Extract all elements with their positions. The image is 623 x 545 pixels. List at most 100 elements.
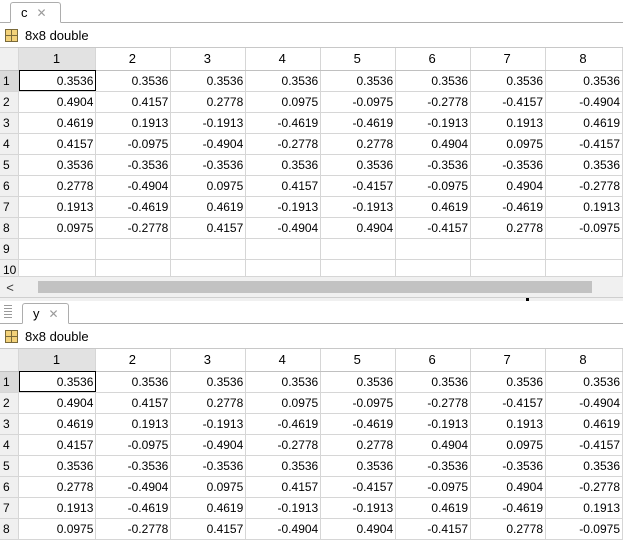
row-header[interactable]: 8 bbox=[0, 518, 20, 540]
grid-cell[interactable]: -0.0975 bbox=[95, 133, 172, 155]
grid-cell[interactable]: 0.1913 bbox=[545, 497, 623, 519]
grid-cell[interactable]: -0.4157 bbox=[395, 518, 472, 540]
grid-cell[interactable]: 0.4619 bbox=[170, 196, 247, 218]
grid-cell[interactable]: -0.1913 bbox=[170, 413, 247, 435]
grid-cell[interactable]: 0.3536 bbox=[320, 70, 397, 92]
grid-cell[interactable]: 0.4619 bbox=[18, 413, 97, 435]
grid-cell[interactable] bbox=[95, 238, 172, 260]
grid-cell[interactable]: 0.4157 bbox=[95, 392, 172, 414]
grid-cell[interactable]: 0.3536 bbox=[18, 455, 97, 477]
grid-cell[interactable]: 0.3536 bbox=[545, 154, 623, 176]
grid-cell[interactable]: -0.1913 bbox=[395, 413, 472, 435]
column-header[interactable]: 8 bbox=[545, 349, 623, 372]
grid-cell[interactable]: 0.3536 bbox=[320, 455, 397, 477]
tab-y[interactable]: y ✕ bbox=[22, 303, 69, 324]
tab-c[interactable]: c ✕ bbox=[10, 2, 61, 23]
grid-cell[interactable]: -0.4619 bbox=[320, 112, 397, 134]
row-header[interactable]: 5 bbox=[0, 455, 20, 477]
grid-cell[interactable]: 0.4157 bbox=[170, 518, 247, 540]
grid-cell[interactable]: 0.3536 bbox=[470, 70, 547, 92]
grid-cell[interactable]: 0.4619 bbox=[395, 196, 472, 218]
row-header[interactable]: 7 bbox=[0, 497, 20, 519]
grid-cell[interactable]: -0.4157 bbox=[545, 133, 623, 155]
grid-cell[interactable]: 0.2778 bbox=[470, 518, 547, 540]
grid-cell[interactable]: -0.1913 bbox=[395, 112, 472, 134]
grid-cell[interactable]: 0.4904 bbox=[320, 518, 397, 540]
grid-cell[interactable]: 0.2778 bbox=[470, 217, 547, 239]
grid-cell[interactable]: -0.4157 bbox=[470, 91, 547, 113]
grid-cell[interactable]: -0.0975 bbox=[395, 476, 472, 498]
grid-cell[interactable]: 0.4619 bbox=[170, 497, 247, 519]
grid-cell[interactable]: 0.3536 bbox=[470, 371, 547, 393]
grid-cell[interactable]: 0.3536 bbox=[245, 70, 322, 92]
grid-cell[interactable]: -0.2778 bbox=[95, 217, 172, 239]
grid-cell[interactable]: 0.0975 bbox=[170, 175, 247, 197]
grid-cell[interactable]: -0.4904 bbox=[245, 217, 322, 239]
grid-cell[interactable]: 0.4157 bbox=[95, 91, 172, 113]
grid-cell[interactable]: 0.3536 bbox=[320, 371, 397, 393]
grid-cell[interactable]: 0.2778 bbox=[170, 392, 247, 414]
grid-cell[interactable]: 0.3536 bbox=[18, 371, 97, 393]
grid-cell[interactable]: 0.3536 bbox=[245, 371, 322, 393]
grid-cell[interactable]: -0.3536 bbox=[95, 154, 172, 176]
grid-cell[interactable]: -0.3536 bbox=[170, 154, 247, 176]
grid-cell[interactable]: -0.4619 bbox=[245, 413, 322, 435]
grid-cell[interactable]: 0.2778 bbox=[320, 133, 397, 155]
grid-cell[interactable]: -0.2778 bbox=[95, 518, 172, 540]
grid-cell[interactable]: 0.4904 bbox=[470, 175, 547, 197]
grid-cell[interactable]: -0.4904 bbox=[545, 91, 623, 113]
grid-cell[interactable]: -0.4619 bbox=[95, 196, 172, 218]
grid-cell[interactable]: -0.2778 bbox=[245, 434, 322, 456]
grid-cell[interactable]: -0.4157 bbox=[320, 476, 397, 498]
row-header[interactable]: 2 bbox=[0, 392, 20, 414]
row-header[interactable]: 5 bbox=[0, 154, 20, 176]
grid-cell[interactable]: -0.2778 bbox=[545, 175, 623, 197]
column-header[interactable]: 5 bbox=[320, 349, 397, 372]
grid-cell[interactable]: 0.4157 bbox=[245, 476, 322, 498]
grid-cell[interactable]: 0.4157 bbox=[18, 434, 97, 456]
grid-cell[interactable]: -0.4157 bbox=[470, 392, 547, 414]
column-header[interactable]: 1 bbox=[18, 349, 97, 372]
grid-cell[interactable]: -0.3536 bbox=[395, 154, 472, 176]
column-header[interactable]: 3 bbox=[170, 48, 247, 71]
column-header[interactable]: 6 bbox=[395, 48, 472, 71]
grid-cell[interactable]: -0.4904 bbox=[170, 434, 247, 456]
grid-cell[interactable]: -0.4619 bbox=[245, 112, 322, 134]
grid-corner[interactable] bbox=[0, 349, 20, 372]
grid-cell[interactable]: 0.4904 bbox=[18, 392, 97, 414]
grid-cell[interactable] bbox=[18, 238, 97, 260]
row-header[interactable]: 9 bbox=[0, 238, 20, 260]
grid-cell[interactable]: -0.4619 bbox=[95, 497, 172, 519]
grid-corner[interactable] bbox=[0, 48, 20, 71]
grid-cell[interactable]: 0.3536 bbox=[18, 154, 97, 176]
grid-cell[interactable]: -0.4904 bbox=[95, 175, 172, 197]
grid-cell[interactable]: 0.3536 bbox=[545, 455, 623, 477]
column-header[interactable]: 2 bbox=[95, 48, 172, 71]
grid-cell[interactable]: -0.3536 bbox=[470, 455, 547, 477]
grid-cell[interactable] bbox=[545, 238, 623, 260]
grid-cell[interactable]: 0.4904 bbox=[470, 476, 547, 498]
grid-cell[interactable]: -0.1913 bbox=[245, 196, 322, 218]
row-header[interactable]: 7 bbox=[0, 196, 20, 218]
grid-cell[interactable]: 0.4904 bbox=[320, 217, 397, 239]
grid-cell[interactable]: 0.4904 bbox=[395, 133, 472, 155]
grid-cell[interactable]: -0.1913 bbox=[320, 196, 397, 218]
grid-cell[interactable]: 0.0975 bbox=[470, 133, 547, 155]
close-icon[interactable]: ✕ bbox=[49, 308, 59, 320]
grid-cell[interactable]: 0.3536 bbox=[95, 70, 172, 92]
grid-cell[interactable]: 0.3536 bbox=[545, 70, 623, 92]
grid-cell[interactable]: 0.3536 bbox=[245, 154, 322, 176]
grid-cell[interactable]: -0.4619 bbox=[470, 196, 547, 218]
grid-cell[interactable] bbox=[245, 238, 322, 260]
grid-cell[interactable]: 0.4157 bbox=[18, 133, 97, 155]
row-header[interactable]: 1 bbox=[0, 371, 20, 393]
grid-cell[interactable]: -0.1913 bbox=[170, 112, 247, 134]
grid-cell[interactable]: -0.4619 bbox=[470, 497, 547, 519]
grid-cell[interactable]: -0.4904 bbox=[95, 476, 172, 498]
grid-cell[interactable]: 0.3536 bbox=[545, 371, 623, 393]
column-header[interactable]: 3 bbox=[170, 349, 247, 372]
grid-cell[interactable]: -0.0975 bbox=[395, 175, 472, 197]
grid-cell[interactable]: -0.4904 bbox=[170, 133, 247, 155]
horizontal-scrollbar[interactable]: < bbox=[0, 276, 623, 297]
row-header[interactable]: 3 bbox=[0, 112, 20, 134]
